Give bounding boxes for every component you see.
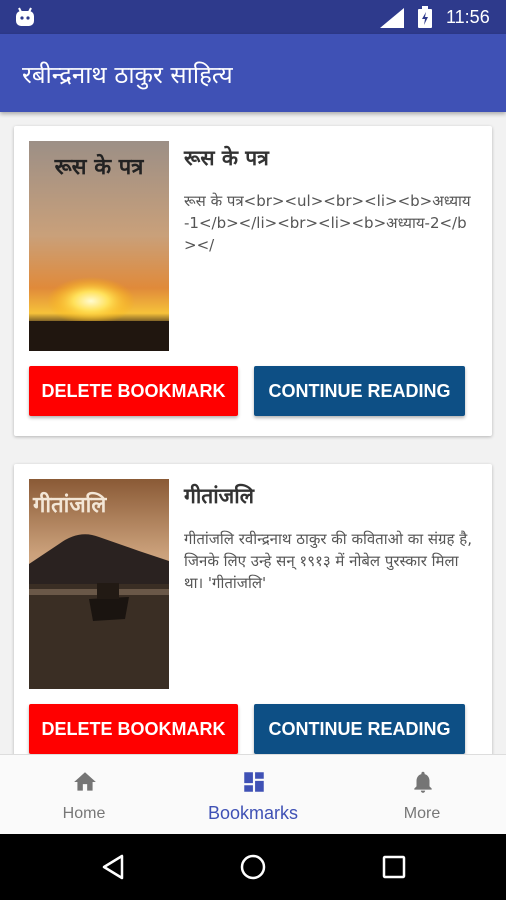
nav-bookmarks[interactable]: Bookmarks xyxy=(169,755,337,835)
cover-title: रूस के पत्र xyxy=(54,155,144,180)
delete-bookmark-button[interactable]: DELETE BOOKMARK xyxy=(29,366,238,416)
status-bar: 11:56 xyxy=(0,0,506,34)
system-navigation-bar xyxy=(0,834,506,900)
delete-bookmark-button[interactable]: DELETE BOOKMARK xyxy=(29,704,238,754)
nav-label: Bookmarks xyxy=(207,803,299,823)
book-title: रूस के पत्र xyxy=(184,146,269,170)
back-icon[interactable] xyxy=(100,853,128,881)
nav-label: Home xyxy=(62,805,106,822)
bookmark-card: गीतांजलि गीतांजलि गीतांजलि रवीन्द्रनाथ ठ… xyxy=(14,464,492,754)
status-time: 11:56 xyxy=(446,7,490,27)
book-title: गीतांजलि xyxy=(184,484,254,508)
book-cover: गीतांजलि xyxy=(29,479,169,689)
battery-icon xyxy=(418,6,432,28)
nav-more[interactable]: More xyxy=(338,755,506,835)
book-description: रूस के पत्र<br><ul><br><li><b>अध्याय-1</… xyxy=(184,192,471,254)
dashboard-icon xyxy=(244,772,264,792)
android-icon xyxy=(16,7,34,26)
signal-icon xyxy=(380,8,404,28)
home-icon xyxy=(74,772,96,791)
home-circle-icon[interactable] xyxy=(239,853,267,881)
continue-reading-button[interactable]: CONTINUE READING xyxy=(254,704,465,754)
nav-label: More xyxy=(403,805,441,822)
continue-reading-button[interactable]: CONTINUE READING xyxy=(254,366,465,416)
bell-icon xyxy=(414,771,432,793)
bottom-navigation: Home Bookmarks More xyxy=(0,754,506,835)
book-cover: रूस के पत्र xyxy=(29,141,169,351)
app-bar: रबीन्द्रनाथ ठाकुर साहित्य xyxy=(0,34,506,112)
recents-icon[interactable] xyxy=(380,853,408,881)
bookmark-card: रूस के पत्र रूस के पत्र रूस के पत्र<br><… xyxy=(14,126,492,436)
book-description: गीतांजलि रवीन्द्रनाथ ठाकुर की कविताओ का … xyxy=(184,530,472,592)
nav-home[interactable]: Home xyxy=(0,755,168,835)
bookmark-list[interactable]: रूस के पत्र रूस के पत्र रूस के पत्र<br><… xyxy=(0,112,506,754)
app-title: रबीन्द्रनाथ ठाकुर साहित्य xyxy=(22,61,233,89)
cover-title: गीतांजलि xyxy=(33,493,107,518)
